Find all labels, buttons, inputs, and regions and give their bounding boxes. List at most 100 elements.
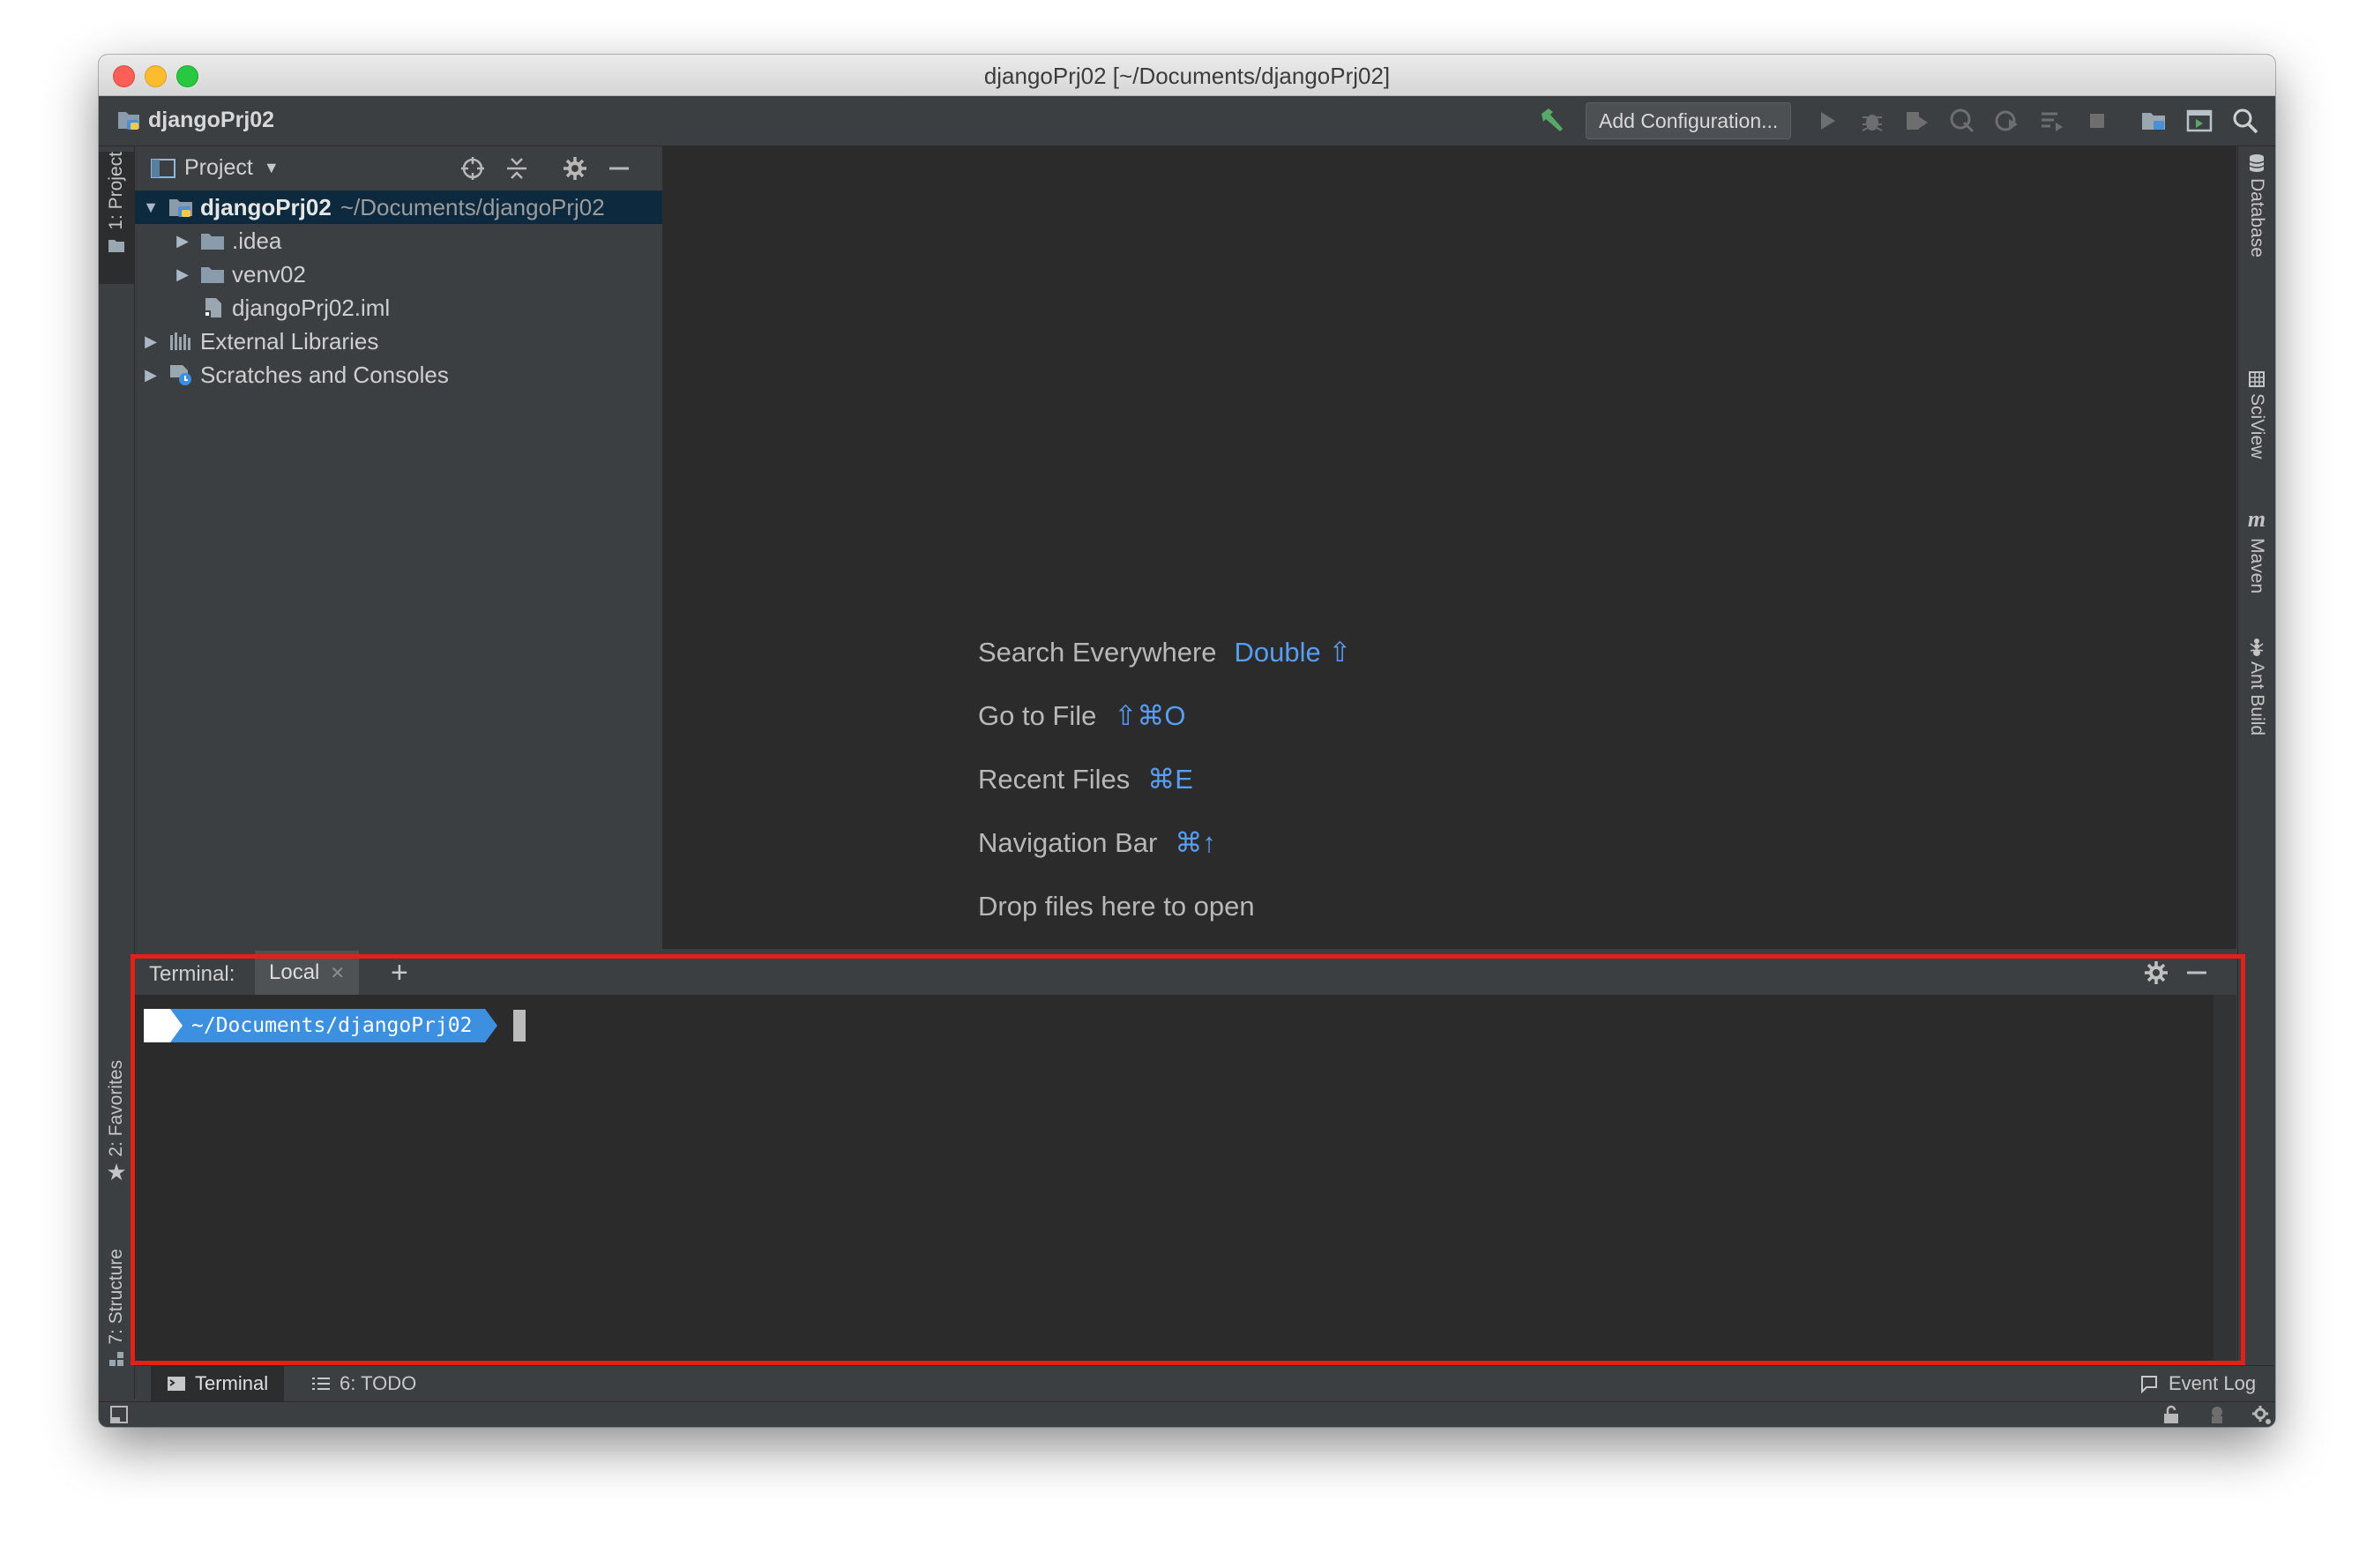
close-tab-icon[interactable]: ✕ <box>330 962 345 984</box>
tree-item-label: .idea <box>232 227 282 254</box>
ant-icon <box>2250 638 2264 656</box>
hint-recent-files: Recent Files ⌘E <box>978 748 1351 811</box>
terminal-scrollbar[interactable] <box>2213 995 2236 1365</box>
terminal-label: Terminal: <box>149 962 235 986</box>
build-hammer-icon[interactable] <box>1536 105 1568 137</box>
tab-database-label: Database <box>2247 178 2267 258</box>
gear-icon[interactable] <box>562 155 588 182</box>
tree-item-external-libraries[interactable]: ▶ External Libraries <box>135 325 662 358</box>
gear-icon[interactable] <box>2143 959 2169 986</box>
run-icon[interactable] <box>1813 107 1841 135</box>
hint-text: Navigation Bar <box>978 827 1158 858</box>
tab-project-label: 1: Project <box>106 152 126 230</box>
presentation-icon[interactable] <box>2185 107 2213 135</box>
tab-maven[interactable]: m Maven <box>2238 506 2275 594</box>
project-panel-header: Project ▼ <box>135 146 662 190</box>
collapse-all-icon[interactable] <box>504 155 530 182</box>
project-view-icon <box>151 158 175 178</box>
project-panel-title: Project <box>184 155 253 180</box>
collapsed-arrow-icon[interactable]: ▶ <box>174 232 191 250</box>
tab-ant-build-label: Ant Build <box>2247 661 2267 736</box>
profile-icon[interactable] <box>1948 107 1976 135</box>
shell-prompt: ~/Documents/djangoPrj02 <box>144 1009 526 1042</box>
terminal-cursor[interactable] <box>512 1010 526 1042</box>
tree-item-path: ~/Documents/djangoPrj02 <box>340 193 605 220</box>
stop-icon[interactable] <box>2083 107 2111 135</box>
run-tasks-icon[interactable] <box>2038 107 2066 135</box>
tab-favorites-label: 2: Favorites <box>106 1060 126 1157</box>
collapsed-arrow-icon[interactable]: ▶ <box>142 366 160 385</box>
hint-text: Search Everywhere <box>978 637 1217 668</box>
lock-icon[interactable] <box>2161 1404 2182 1425</box>
tree-item-label: venv02 <box>232 260 306 287</box>
editor-hints: Search Everywhere Double ⇧ Go to File ⇧⌘… <box>978 621 1351 938</box>
project-structure-icon[interactable] <box>2139 107 2168 135</box>
prompt-user-segment <box>144 1009 170 1042</box>
nav-project-breadcrumb[interactable]: djangoPrj02 <box>116 107 274 133</box>
tree-item-project-root[interactable]: ▼ djangoPrj02 ~/Documents/djangoPrj02 <box>135 190 662 224</box>
todo-tool-button[interactable]: 6: TODO <box>311 1366 416 1401</box>
project-tool-window: Project ▼ ▼ djangoPrj02 ~/Documents/djan… <box>135 146 663 949</box>
tree-item-idea[interactable]: ▶ .idea <box>135 224 662 258</box>
terminal-tab-label: Local <box>269 960 320 984</box>
hide-panel-icon[interactable] <box>2184 959 2210 986</box>
terminal-icon <box>168 1377 185 1391</box>
event-log-button[interactable]: Event Log <box>2139 1366 2256 1401</box>
prompt-path: ~/Documents/djangoPrj02 <box>170 1009 485 1042</box>
terminal-tool-window: Terminal: Local ✕ + ~/Documents/djangoPr… <box>135 951 2236 1365</box>
expanded-arrow-icon[interactable]: ▼ <box>142 198 160 217</box>
tab-sciview-label: SciView <box>2247 393 2267 459</box>
todo-tool-label: 6: TODO <box>340 1372 417 1394</box>
hint-navigation-bar: Navigation Bar ⌘↑ <box>978 811 1351 875</box>
tab-sciview[interactable]: SciView <box>2238 370 2275 459</box>
add-configuration-button[interactable]: Add Configuration... <box>1586 102 1792 139</box>
search-icon[interactable] <box>2231 107 2259 135</box>
settings-icon[interactable] <box>2251 1404 2273 1427</box>
hide-panel-icon[interactable] <box>606 155 632 182</box>
structure-icon <box>109 1351 123 1366</box>
navigation-toolbar: djangoPrj02 Add Configuration... <box>99 96 2275 146</box>
project-tree: ▼ djangoPrj02 ~/Documents/djangoPrj02 ▶ … <box>135 190 662 392</box>
status-bar <box>99 1401 2275 1427</box>
library-icon <box>170 332 190 350</box>
tab-database[interactable]: Database <box>2238 153 2275 258</box>
toggle-tool-windows-icon[interactable] <box>109 1405 129 1424</box>
locate-icon[interactable] <box>459 155 486 182</box>
right-tool-strip: Database SciView m Maven Ant Build <box>2237 146 2275 1399</box>
module-file-icon <box>204 298 221 317</box>
folder-icon <box>108 239 124 252</box>
tree-item-label: Scratches and Consoles <box>200 361 449 388</box>
editor-area[interactable]: Search Everywhere Double ⇧ Go to File ⇧⌘… <box>663 146 2236 949</box>
debug-icon[interactable] <box>1858 107 1886 135</box>
tree-item-iml-file[interactable]: djangoPrj02.iml <box>135 291 662 325</box>
window-title: djangoPrj02 [~/Documents/djangoPrj02] <box>983 63 1391 89</box>
hint-go-to-file: Go to File ⇧⌘O <box>978 684 1351 748</box>
new-terminal-tab-button[interactable]: + <box>391 956 408 990</box>
folder-icon <box>201 267 224 283</box>
tab-project[interactable]: 1: Project <box>99 152 134 284</box>
terminal-tool-button[interactable]: Terminal <box>151 1366 285 1401</box>
tree-item-label: djangoPrj02 <box>200 193 332 220</box>
concurrency-icon[interactable] <box>1993 107 2021 135</box>
tab-structure-label: 7: Structure <box>106 1249 126 1345</box>
prompt-arrow <box>484 1009 497 1042</box>
inspector-icon[interactable] <box>2206 1404 2228 1425</box>
run-with-coverage-icon[interactable] <box>1903 107 1931 135</box>
project-folder-icon <box>118 112 139 130</box>
nav-project-name: djangoPrj02 <box>148 107 275 132</box>
collapsed-arrow-icon[interactable]: ▶ <box>142 332 160 351</box>
collapsed-arrow-icon[interactable]: ▶ <box>174 265 191 284</box>
tab-structure[interactable]: 7: Structure <box>99 1249 134 1381</box>
project-view-selector[interactable]: Project ▼ <box>151 155 280 181</box>
tab-favorites[interactable]: 2: Favorites ★ <box>99 1060 134 1210</box>
tree-item-scratches[interactable]: ▶ Scratches and Consoles <box>135 358 662 392</box>
database-icon <box>2249 154 2265 172</box>
tab-ant-build[interactable]: Ant Build <box>2238 637 2275 735</box>
terminal-tab-local[interactable]: Local ✕ <box>255 951 360 995</box>
hint-shortcut: ⇧⌘O <box>1114 700 1186 731</box>
hint-shortcut: ⌘E <box>1147 764 1193 795</box>
project-folder-icon <box>169 199 192 217</box>
todo-list-icon <box>312 1378 330 1390</box>
tree-item-venv02[interactable]: ▶ venv02 <box>135 258 662 291</box>
star-icon: ★ <box>106 1158 127 1185</box>
